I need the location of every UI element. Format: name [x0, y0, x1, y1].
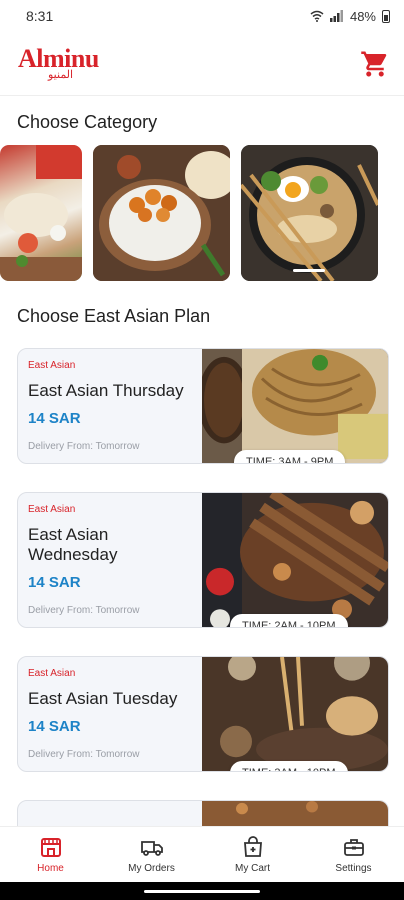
nav-settings[interactable]: Settings — [303, 827, 404, 882]
gesture-bar — [0, 882, 404, 900]
status-icons: 48% — [310, 9, 390, 24]
toolbox-icon — [343, 839, 364, 856]
app-bar: Alminu المنيو — [0, 32, 404, 96]
plan-title: East Asian Tuesday — [28, 689, 178, 708]
category-carousel[interactable] — [0, 145, 404, 281]
plan-delivery-text: Delivery From: Tomorrow — [28, 441, 140, 452]
plan-time-badge: TIME: 2AM - 10PM — [230, 614, 348, 627]
wrap-food-image — [0, 145, 82, 281]
nav-home-label: Home — [37, 863, 64, 874]
battery-percent: 48% — [349, 8, 376, 24]
wifi-icon — [310, 10, 324, 22]
status-bar: 8:31 48% — [0, 0, 404, 32]
delivery-truck-icon — [140, 841, 163, 856]
plan-delivery-text: Delivery From: Tomorrow — [28, 605, 140, 616]
plan-time-badge: TIME: 3AM - 10PM — [230, 761, 348, 771]
app-logo[interactable]: Alminu المنيو — [18, 46, 99, 81]
ramen-image — [241, 145, 378, 281]
nav-settings-label: Settings — [335, 863, 372, 874]
plan-title: East Asian Wednesday — [28, 525, 118, 564]
nav-my-orders[interactable]: My Orders — [101, 827, 202, 882]
bottom-navigation: Home My Orders My Cart Settings — [0, 826, 404, 882]
plan-card-info: East Asian East Asian Tuesday 14 SAR Del… — [18, 657, 204, 771]
nav-my-cart[interactable]: My Cart — [202, 827, 303, 882]
status-time: 8:31 — [26, 8, 54, 24]
cart-bag-icon — [243, 836, 262, 857]
plan-card[interactable]: East Asian East Asian Tuesday 14 SAR Del… — [17, 656, 389, 772]
plan-food-image — [202, 349, 388, 463]
nav-my-cart-label: My Cart — [235, 863, 270, 874]
battery-icon — [382, 9, 390, 23]
logo-arabic-text: المنيو — [48, 69, 74, 81]
cart-icon[interactable] — [360, 49, 390, 79]
plan-food-image — [202, 657, 388, 771]
plan-delivery-text: Delivery From: Tomorrow — [28, 749, 140, 760]
plan-food-image — [202, 493, 388, 627]
category-section-title: Choose Category — [17, 112, 158, 132]
nav-my-orders-label: My Orders — [128, 863, 175, 874]
plan-price: 14 SAR — [28, 574, 81, 591]
plan-section-title: Choose East Asian Plan — [17, 306, 211, 326]
plan-cuisine-tag: East Asian — [28, 504, 76, 515]
plan-price: 14 SAR — [28, 718, 81, 735]
plan-title: East Asian Thursday — [28, 381, 184, 400]
signal-icon — [329, 10, 343, 22]
plan-card[interactable]: East Asian East Asian Wednesday 14 SAR D… — [17, 492, 389, 628]
rice-curry-image — [93, 145, 230, 281]
category-card-ramen[interactable] — [241, 145, 378, 281]
nav-home[interactable]: Home — [0, 827, 101, 882]
store-icon — [40, 838, 61, 857]
plan-time-badge: TIME: 3AM - 9PM — [234, 450, 346, 463]
category-card-wraps[interactable] — [0, 145, 82, 281]
plan-card-info: East Asian East Asian Wednesday 14 SAR D… — [18, 493, 204, 627]
plan-cuisine-tag: East Asian — [28, 360, 76, 371]
plan-card[interactable]: East Asian East Asian Thursday 14 SAR De… — [17, 348, 389, 464]
home-indicator[interactable] — [144, 890, 260, 893]
plan-card-info: East Asian East Asian Thursday 14 SAR De… — [18, 349, 204, 463]
plan-cuisine-tag: East Asian — [28, 668, 76, 679]
category-card-rice-curry[interactable] — [93, 145, 230, 281]
plan-price: 14 SAR — [28, 410, 81, 427]
